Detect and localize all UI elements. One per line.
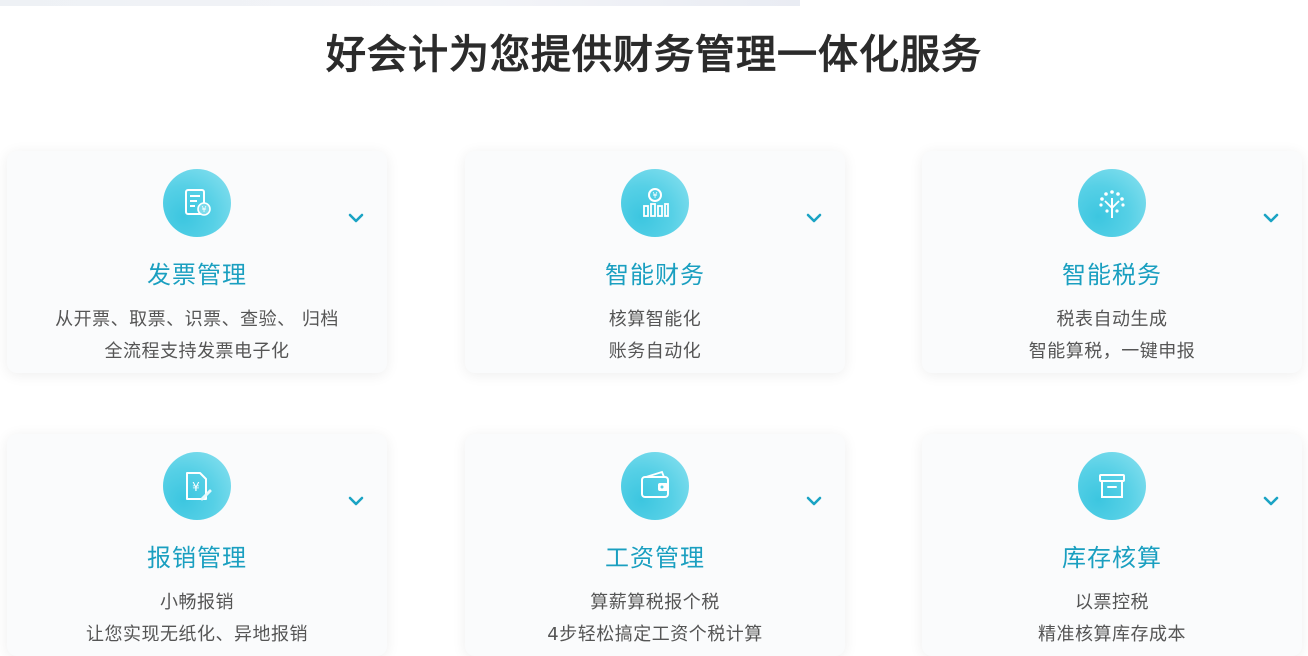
chevron-down-icon[interactable] [805, 494, 823, 508]
service-grid: ¥ 发票管理 从开票、取票、识票、查验、 归档 全流程支持发票电子化 ¥ 智能财… [0, 0, 1308, 656]
inventory-box-icon [1078, 452, 1146, 520]
card-description-line1: 从开票、取票、识票、查验、 归档 [55, 309, 339, 330]
service-card-inventory[interactable]: 库存核算 以票控税 精准核算库存成本 [922, 434, 1302, 656]
card-description-line1: 税表自动生成 [1056, 309, 1168, 330]
chevron-down-icon[interactable] [1262, 211, 1280, 225]
finance-chart-icon: ¥ [621, 169, 689, 237]
card-description-line2: 全流程支持发票电子化 [104, 341, 290, 362]
card-title: 智能税务 [1062, 261, 1162, 289]
tax-tree-icon [1078, 169, 1146, 237]
wallet-icon [621, 452, 689, 520]
chevron-down-icon[interactable] [805, 211, 823, 225]
service-card-payroll[interactable]: 工资管理 算薪算税报个税 4步轻松搞定工资个税计算 [465, 434, 845, 656]
svg-text:¥: ¥ [652, 191, 657, 200]
svg-text:¥: ¥ [192, 480, 200, 494]
chevron-down-icon[interactable] [1262, 494, 1280, 508]
card-title: 工资管理 [605, 544, 705, 572]
service-card-expense[interactable]: ¥ 报销管理 小畅报销 让您实现无纸化、异地报销 [7, 434, 387, 656]
card-description-line2: 精准核算库存成本 [1038, 624, 1186, 645]
service-card-invoice[interactable]: ¥ 发票管理 从开票、取票、识票、查验、 归档 全流程支持发票电子化 [7, 151, 387, 373]
card-description-line1: 算薪算税报个税 [590, 592, 720, 613]
card-description-line1: 以票控税 [1075, 592, 1149, 613]
card-title: 库存核算 [1062, 544, 1162, 572]
invoice-receipt-icon: ¥ [163, 169, 231, 237]
card-description-line2: 让您实现无纸化、异地报销 [86, 624, 308, 645]
chevron-down-icon[interactable] [347, 211, 365, 225]
svg-text:¥: ¥ [201, 205, 206, 214]
card-description-line1: 核算智能化 [608, 309, 702, 330]
chevron-down-icon[interactable] [347, 494, 365, 508]
card-title: 发票管理 [147, 261, 247, 289]
card-title: 智能财务 [605, 261, 705, 289]
service-card-finance[interactable]: ¥ 智能财务 核算智能化 账务自动化 [465, 151, 845, 373]
card-title: 报销管理 [147, 544, 247, 572]
card-description-line2: 4步轻松搞定工资个税计算 [547, 624, 763, 645]
card-description-line1: 小畅报销 [160, 592, 234, 613]
card-description-line2: 账务自动化 [608, 341, 702, 362]
expense-document-icon: ¥ [163, 452, 231, 520]
card-description-line2: 智能算税，一键申报 [1028, 341, 1196, 362]
service-card-tax[interactable]: 智能税务 税表自动生成 智能算税，一键申报 [922, 151, 1302, 373]
